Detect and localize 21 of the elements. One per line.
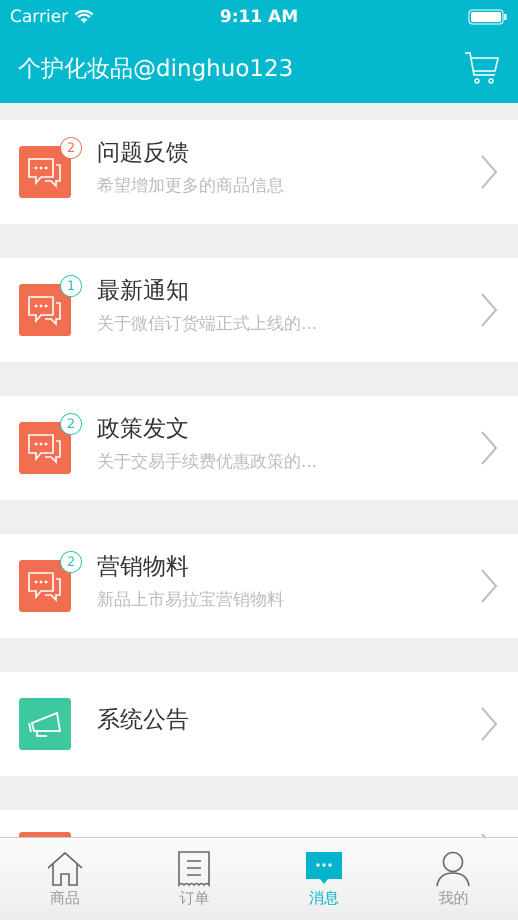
- message-title: 系统公告: [97, 706, 189, 734]
- carrier-label: Carrier: [10, 6, 68, 26]
- message-preview: 新品上市易拉宝营销物料: [97, 589, 284, 611]
- message-preview: 关于交易手续费优惠政策的...: [97, 451, 318, 473]
- message-row[interactable]: 2 营销物料 新品上市易拉宝营销物料: [0, 534, 518, 638]
- message-row[interactable]: 1 最新通知 关于微信订货端正式上线的...: [0, 258, 518, 362]
- count-badge: 1: [60, 275, 82, 297]
- status-time: 9:11 AM: [220, 6, 298, 26]
- count-badge: 2: [60, 551, 82, 573]
- message-row[interactable]: 2 政策发文 关于交易手续费优惠政策的...: [0, 396, 518, 500]
- message-title: 问题反馈: [97, 139, 190, 168]
- message-title: 最新通知: [97, 277, 190, 306]
- nav-title: 个护化妆品@dinghuo123: [18, 54, 294, 84]
- message-title: 政策发文: [97, 415, 190, 444]
- count-badge: 2: [60, 413, 82, 435]
- message-preview: 希望增加更多的商品信息: [97, 175, 284, 197]
- count-badge: 2: [60, 137, 82, 159]
- message-row[interactable]: 系统公告: [0, 672, 518, 776]
- message-preview: 关于微信订货端正式上线的...: [97, 313, 318, 335]
- message-row[interactable]: 2 问题反馈 希望增加更多的商品信息: [0, 120, 518, 224]
- message-title: 营销物料: [97, 553, 190, 582]
